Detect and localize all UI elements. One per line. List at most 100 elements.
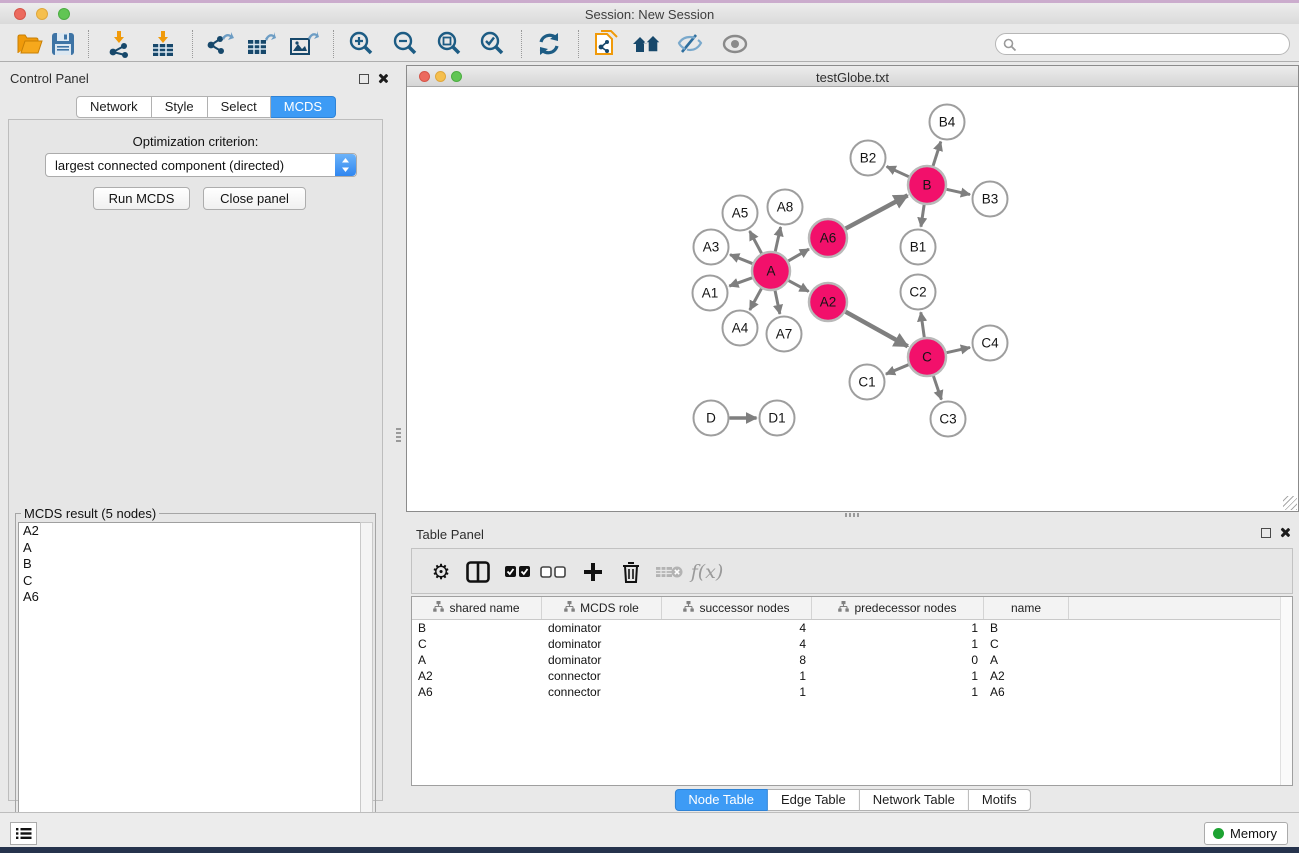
export-table-icon[interactable] bbox=[244, 29, 278, 59]
float-panel-icon[interactable] bbox=[359, 74, 369, 84]
graph-node-A7[interactable]: A7 bbox=[767, 317, 802, 352]
delete-table-icon[interactable] bbox=[652, 557, 686, 587]
graph-edge-A-A7[interactable] bbox=[775, 291, 780, 314]
table-row[interactable]: Cdominator41C bbox=[412, 636, 1292, 652]
table-row[interactable]: Bdominator41B bbox=[412, 620, 1292, 636]
add-column-icon[interactable] bbox=[576, 557, 610, 587]
graph-node-B3[interactable]: B3 bbox=[973, 182, 1008, 217]
network-overview-icon[interactable] bbox=[589, 29, 623, 59]
mcds-result-item[interactable]: A6 bbox=[19, 589, 361, 606]
graph-edge-C-C4[interactable] bbox=[947, 347, 970, 352]
close-panel-button[interactable]: Close panel bbox=[203, 187, 306, 210]
show-panels-icon[interactable] bbox=[718, 29, 752, 59]
column-header-MCDS-role[interactable]: MCDS role bbox=[542, 597, 662, 619]
table-cell[interactable]: 0 bbox=[812, 652, 984, 668]
graph-node-B2[interactable]: B2 bbox=[851, 141, 886, 176]
optimization-criterion-select[interactable]: largest connected component (directed) bbox=[45, 153, 357, 177]
graph-node-D1[interactable]: D1 bbox=[760, 401, 795, 436]
table-cell[interactable]: dominator bbox=[542, 636, 662, 652]
export-image-icon[interactable] bbox=[287, 29, 321, 59]
graph-edge-A-A2[interactable] bbox=[789, 281, 809, 292]
graph-node-A5[interactable]: A5 bbox=[723, 196, 758, 231]
function-builder-icon[interactable]: f(x) bbox=[690, 557, 724, 587]
vertical-splitter[interactable] bbox=[391, 62, 406, 812]
table-cell[interactable]: A2 bbox=[984, 668, 1069, 684]
table-cell[interactable]: 1 bbox=[662, 668, 812, 684]
tab-edge-table[interactable]: Edge Table bbox=[768, 789, 860, 811]
graph-node-C[interactable]: C bbox=[908, 338, 946, 376]
column-header-successor-nodes[interactable]: successor nodes bbox=[662, 597, 812, 619]
graph-edge-A-A3[interactable] bbox=[730, 255, 752, 264]
network-canvas[interactable]: AA1A2A3A4A5A6A7A8BB1B2B3B4CC1C2C3C4DD1 bbox=[407, 88, 1298, 511]
table-row[interactable]: A2connector11A2 bbox=[412, 668, 1292, 684]
tab-node-table[interactable]: Node Table bbox=[674, 789, 768, 811]
table-cell[interactable]: 1 bbox=[662, 684, 812, 700]
mcds-result-item[interactable]: B bbox=[19, 556, 361, 573]
mcds-result-list[interactable]: A2ABCA6 bbox=[18, 522, 362, 852]
close-panel-icon[interactable] bbox=[377, 73, 388, 84]
graph-edge-B-B4[interactable] bbox=[933, 142, 941, 166]
refresh-icon[interactable] bbox=[532, 29, 566, 59]
table-cell[interactable]: 8 bbox=[662, 652, 812, 668]
tab-style[interactable]: Style bbox=[152, 96, 208, 118]
zoom-fit-icon[interactable] bbox=[432, 29, 466, 59]
hide-panels-icon[interactable] bbox=[673, 29, 707, 59]
graph-node-A[interactable]: A bbox=[752, 252, 790, 290]
column-header-name[interactable]: name bbox=[984, 597, 1069, 619]
table-cell[interactable]: A6 bbox=[412, 684, 542, 700]
mcds-result-scrollbar[interactable] bbox=[360, 522, 373, 852]
horizontal-splitter-grip[interactable] bbox=[845, 513, 859, 517]
graph-edge-A2-C[interactable] bbox=[845, 312, 907, 347]
import-table-icon[interactable] bbox=[146, 29, 180, 59]
graph-edge-B-B2[interactable] bbox=[887, 167, 909, 177]
graph-node-A1[interactable]: A1 bbox=[693, 276, 728, 311]
search-field[interactable] bbox=[995, 33, 1290, 55]
table-cell[interactable]: A bbox=[412, 652, 542, 668]
table-row[interactable]: Adominator80A bbox=[412, 652, 1292, 668]
table-cell[interactable]: 4 bbox=[662, 636, 812, 652]
column-header-shared-name[interactable]: shared name bbox=[412, 597, 542, 619]
zoom-selected-icon[interactable] bbox=[475, 29, 509, 59]
graph-node-A8[interactable]: A8 bbox=[768, 190, 803, 225]
graph-node-A6[interactable]: A6 bbox=[809, 219, 847, 257]
save-session-icon[interactable] bbox=[46, 29, 80, 59]
tab-network-table[interactable]: Network Table bbox=[860, 789, 969, 811]
graph-node-A2[interactable]: A2 bbox=[809, 283, 847, 321]
search-input[interactable] bbox=[1020, 35, 1284, 53]
graph-edge-C-C2[interactable] bbox=[921, 312, 924, 337]
zoom-in-icon[interactable] bbox=[344, 29, 378, 59]
mcds-result-item[interactable]: A bbox=[19, 540, 361, 557]
table-cell[interactable]: 4 bbox=[662, 620, 812, 636]
graph-node-C4[interactable]: C4 bbox=[973, 326, 1008, 361]
select-all-icon[interactable] bbox=[501, 557, 535, 587]
mcds-result-item[interactable]: C bbox=[19, 573, 361, 590]
task-history-button[interactable] bbox=[10, 822, 37, 845]
table-cell[interactable]: A6 bbox=[984, 684, 1069, 700]
close-table-panel-icon[interactable] bbox=[1279, 527, 1290, 538]
window-resize-grip[interactable] bbox=[1283, 496, 1297, 510]
graph-edge-C-C1[interactable] bbox=[886, 365, 909, 374]
export-network-icon[interactable] bbox=[202, 29, 236, 59]
graph-edge-A6-B[interactable] bbox=[846, 195, 908, 228]
graph-node-B1[interactable]: B1 bbox=[901, 230, 936, 265]
graph-edge-A-A1[interactable] bbox=[729, 278, 752, 286]
network-graph[interactable]: AA1A2A3A4A5A6A7A8BB1B2B3B4CC1C2C3C4DD1 bbox=[407, 88, 1298, 511]
float-table-panel-icon[interactable] bbox=[1261, 528, 1271, 538]
deselect-all-icon[interactable] bbox=[536, 557, 570, 587]
zoom-out-icon[interactable] bbox=[388, 29, 422, 59]
table-row[interactable]: A6connector11A6 bbox=[412, 684, 1292, 700]
table-cell[interactable]: connector bbox=[542, 684, 662, 700]
graph-edge-B-B3[interactable] bbox=[947, 189, 970, 194]
tab-select[interactable]: Select bbox=[208, 96, 271, 118]
graph-edge-A-A5[interactable] bbox=[750, 231, 762, 253]
graph-edge-C-C3[interactable] bbox=[933, 376, 941, 400]
settings-gear-icon[interactable]: ⚙ bbox=[424, 557, 458, 587]
graph-edge-A-A8[interactable] bbox=[775, 227, 780, 251]
table-cell[interactable]: A2 bbox=[412, 668, 542, 684]
show-all-networks-icon[interactable] bbox=[630, 29, 664, 59]
graph-node-D[interactable]: D bbox=[694, 401, 729, 436]
graph-node-A3[interactable]: A3 bbox=[694, 230, 729, 265]
tab-mcds[interactable]: MCDS bbox=[271, 96, 336, 118]
run-mcds-button[interactable]: Run MCDS bbox=[93, 187, 190, 210]
import-network-icon[interactable] bbox=[102, 29, 136, 59]
